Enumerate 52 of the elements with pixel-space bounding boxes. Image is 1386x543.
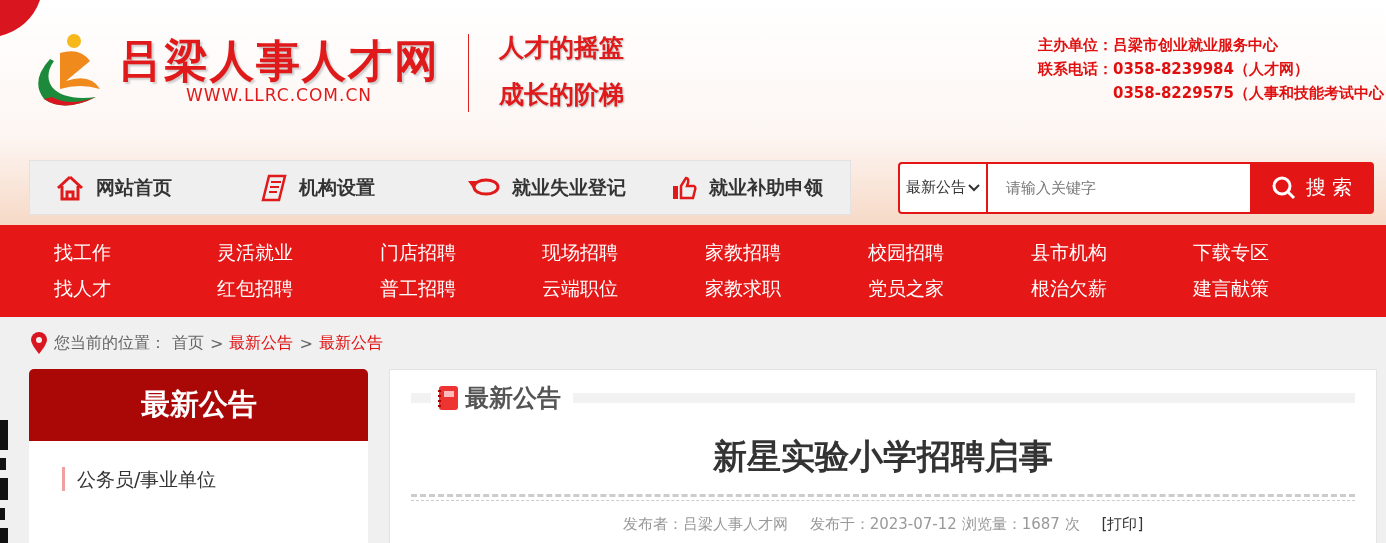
search-icon [1271,175,1296,200]
menu-link[interactable]: 灵活就业 [216,240,380,266]
breadcrumb-link[interactable]: 最新公告 [318,332,383,354]
location-pin-icon [30,331,48,355]
breadcrumb-link[interactable]: 首页 [172,332,204,354]
slogan: 成长的阶梯 [499,79,624,111]
menu-link[interactable]: 下载专区 [1193,240,1356,266]
menu-link[interactable]: 云端职位 [542,276,705,302]
contact-value: 0358-8229575（人事和技能考试中心 [1112,84,1384,103]
menu-link[interactable]: 根治欠薪 [1030,276,1194,302]
site-name: 吕梁人事人才网 [118,36,440,86]
quick-nav-link[interactable]: 网站首页 [56,174,235,201]
publish-info: 发布于：2023-07-12 浏览量：1687 次 [809,515,1080,534]
category-select[interactable]: 最新公告 [898,161,988,214]
section-title: 最新公告 [465,383,561,414]
search-field[interactable]: 请输入关键字 [988,161,1250,214]
quick-nav-link[interactable]: 就业补助申领 [671,174,850,201]
menu-link[interactable]: 校园招聘 [867,240,1031,266]
chevron-down-icon [968,183,980,192]
quick-nav-link[interactable]: 机构设置 [261,173,440,202]
menu-link[interactable]: 门店招聘 [379,240,543,266]
menu-link[interactable]: 找人才 [54,276,217,302]
site-url: WWW.LLRC.COM.CN [186,85,372,106]
menu-link[interactable]: 红包招聘 [216,276,380,302]
article-title: 新星实验小学招聘启事 [712,435,1054,478]
menu-link[interactable]: 党员之家 [867,276,1031,302]
quick-nav-link[interactable]: 就业失业登记 [466,174,645,201]
menu-link[interactable]: 找工作 [54,240,217,266]
contact-value: 0358-8239984（人才网） [1112,60,1310,79]
search-button[interactable]: 搜 索 [1250,161,1374,214]
contact-value: 吕梁市创业就业服务中心 [1112,36,1279,55]
notebook-icon [437,385,459,411]
menu-link[interactable]: 县市机构 [1030,240,1194,266]
sidebar-item[interactable]: 公务员/事业单位 [62,467,368,491]
menu-link[interactable]: 现场招聘 [542,240,705,266]
slogan: 人才的摇篮 [499,32,624,64]
publisher-text: 发布者：吕梁人事人才网 [622,515,788,534]
contact-label: 主办单位： [1037,36,1113,55]
menu-link[interactable]: 家教招聘 [705,240,868,266]
house-icon [56,174,84,201]
breadcrumb-separator: > [299,333,313,353]
menu-link[interactable]: 普工招聘 [379,276,543,302]
sidebar-title: 最新公告 [29,369,368,441]
thumbs-up-icon [671,174,697,201]
contact-label: 联系电话： [1037,60,1113,79]
menu-link[interactable]: 建言献策 [1193,276,1356,302]
menu-link[interactable]: 家教求职 [705,276,868,302]
document-icon [261,173,287,202]
breadcrumb-link[interactable]: 最新公告 [229,332,294,354]
breadcrumb-label: 您当前的位置： [54,332,166,354]
print-link[interactable]: [打印] [1101,515,1144,534]
breadcrumb-separator: > [210,333,224,353]
